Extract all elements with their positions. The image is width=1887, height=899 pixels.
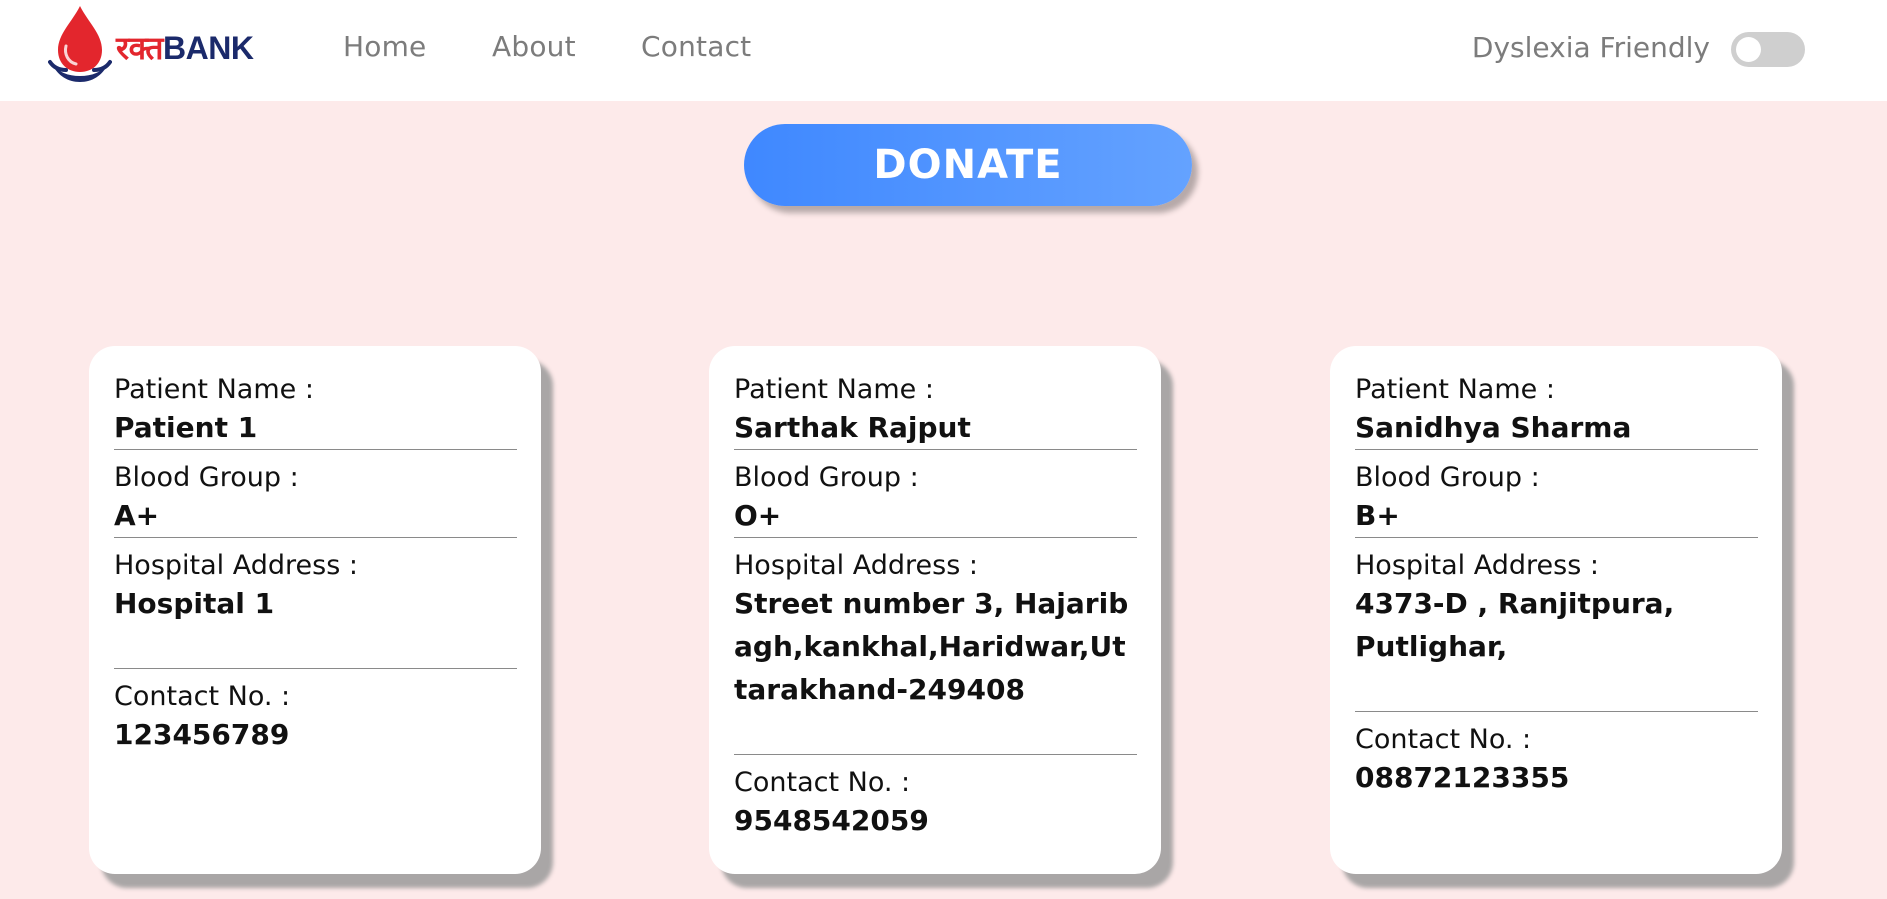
patient-name-value: Sanidhya Sharma — [1355, 411, 1632, 444]
hospital-address-label: Hospital Address : — [734, 550, 978, 581]
hospital-address-label: Hospital Address : — [114, 550, 358, 581]
hospital-address-value: Street number 3, Hajaribagh,kankhal,Hari… — [734, 587, 1129, 706]
patient-name-value: Patient 1 — [114, 411, 258, 444]
patient-card: Patient Name : Patient 1 Blood Group : A… — [89, 346, 541, 874]
blood-group-label: Blood Group : — [114, 462, 299, 493]
contact-label: Contact No. : — [114, 681, 291, 712]
dyslexia-toggle[interactable] — [1731, 32, 1805, 67]
blood-group-value: B+ — [1355, 499, 1400, 532]
blood-group-value: O+ — [734, 499, 782, 532]
hospital-address-value: 4373-D , Ranjitpura, Putlighar, — [1355, 587, 1675, 663]
patient-card: Patient Name : Sarthak Rajput Blood Grou… — [709, 346, 1161, 874]
nav-contact-link[interactable]: Contact — [641, 30, 751, 63]
nav-about-link[interactable]: About — [492, 30, 576, 63]
divider — [1355, 449, 1758, 450]
blood-group-value: A+ — [114, 499, 160, 532]
divider — [734, 537, 1137, 538]
divider — [734, 754, 1137, 755]
contact-value: 9548542059 — [734, 804, 929, 837]
divider — [1355, 711, 1758, 712]
dyslexia-toggle-label: Dyslexia Friendly — [1471, 31, 1710, 64]
contact-label: Contact No. : — [734, 767, 911, 798]
divider — [114, 537, 517, 538]
patient-name-label: Patient Name : — [114, 374, 314, 405]
logo[interactable]: रक्तBANK — [48, 2, 268, 86]
blood-group-label: Blood Group : — [734, 462, 919, 493]
contact-label: Contact No. : — [1355, 724, 1532, 755]
divider — [114, 449, 517, 450]
patient-name-value: Sarthak Rajput — [734, 411, 971, 444]
donate-button[interactable]: DONATE — [744, 124, 1192, 206]
divider — [734, 449, 1137, 450]
patient-name-label: Patient Name : — [1355, 374, 1555, 405]
divider — [1355, 537, 1758, 538]
logo-hindi-text: रक्त — [116, 30, 163, 66]
navbar: रक्तBANK Home About Contact Dyslexia Fri… — [0, 0, 1887, 101]
blood-drop-logo-icon — [48, 6, 112, 82]
contact-value: 08872123355 — [1355, 761, 1570, 794]
logo-bank-text: BANK — [162, 30, 254, 66]
nav-home-link[interactable]: Home — [343, 30, 427, 63]
logo-wordmark: रक्तBANK — [116, 26, 254, 69]
hospital-address-value: Hospital 1 — [114, 587, 275, 620]
contact-value: 123456789 — [114, 718, 290, 751]
hospital-address-label: Hospital Address : — [1355, 550, 1599, 581]
blood-group-label: Blood Group : — [1355, 462, 1540, 493]
patient-card: Patient Name : Sanidhya Sharma Blood Gro… — [1330, 346, 1782, 874]
divider — [114, 668, 517, 669]
toggle-knob — [1736, 37, 1761, 62]
patient-name-label: Patient Name : — [734, 374, 934, 405]
